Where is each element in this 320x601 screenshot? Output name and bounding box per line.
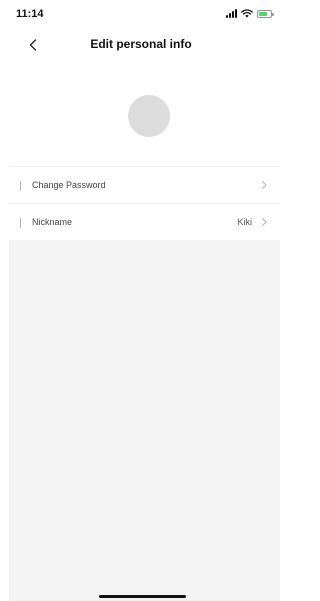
settings-list: Change Password Nickname Kiki	[9, 166, 280, 241]
nickname-value: Kiki	[237, 217, 252, 227]
status-bar: 11:14	[0, 0, 282, 26]
row-marker	[20, 181, 21, 191]
avatar[interactable]	[128, 95, 170, 137]
status-icons	[226, 8, 274, 18]
edit-personal-info-screen: 11:14 Edit personal info Change Password…	[0, 0, 282, 601]
change-password-row[interactable]: Change Password	[9, 167, 280, 204]
home-indicator	[99, 595, 186, 598]
battery-level	[259, 12, 267, 16]
battery-icon	[257, 10, 274, 18]
chevron-right-icon	[261, 180, 267, 190]
nickname-row[interactable]: Nickname Kiki	[9, 204, 280, 241]
page-title: Edit personal info	[90, 37, 192, 51]
signal-icon	[226, 9, 237, 18]
nickname-label: Nickname	[32, 217, 73, 227]
wifi-icon	[241, 9, 253, 18]
row-marker	[20, 218, 21, 228]
content-background	[9, 240, 280, 601]
chevron-right-icon	[261, 217, 267, 227]
status-time: 11:14	[16, 8, 44, 20]
change-password-label: Change Password	[32, 180, 106, 190]
header: Edit personal info	[0, 34, 282, 56]
